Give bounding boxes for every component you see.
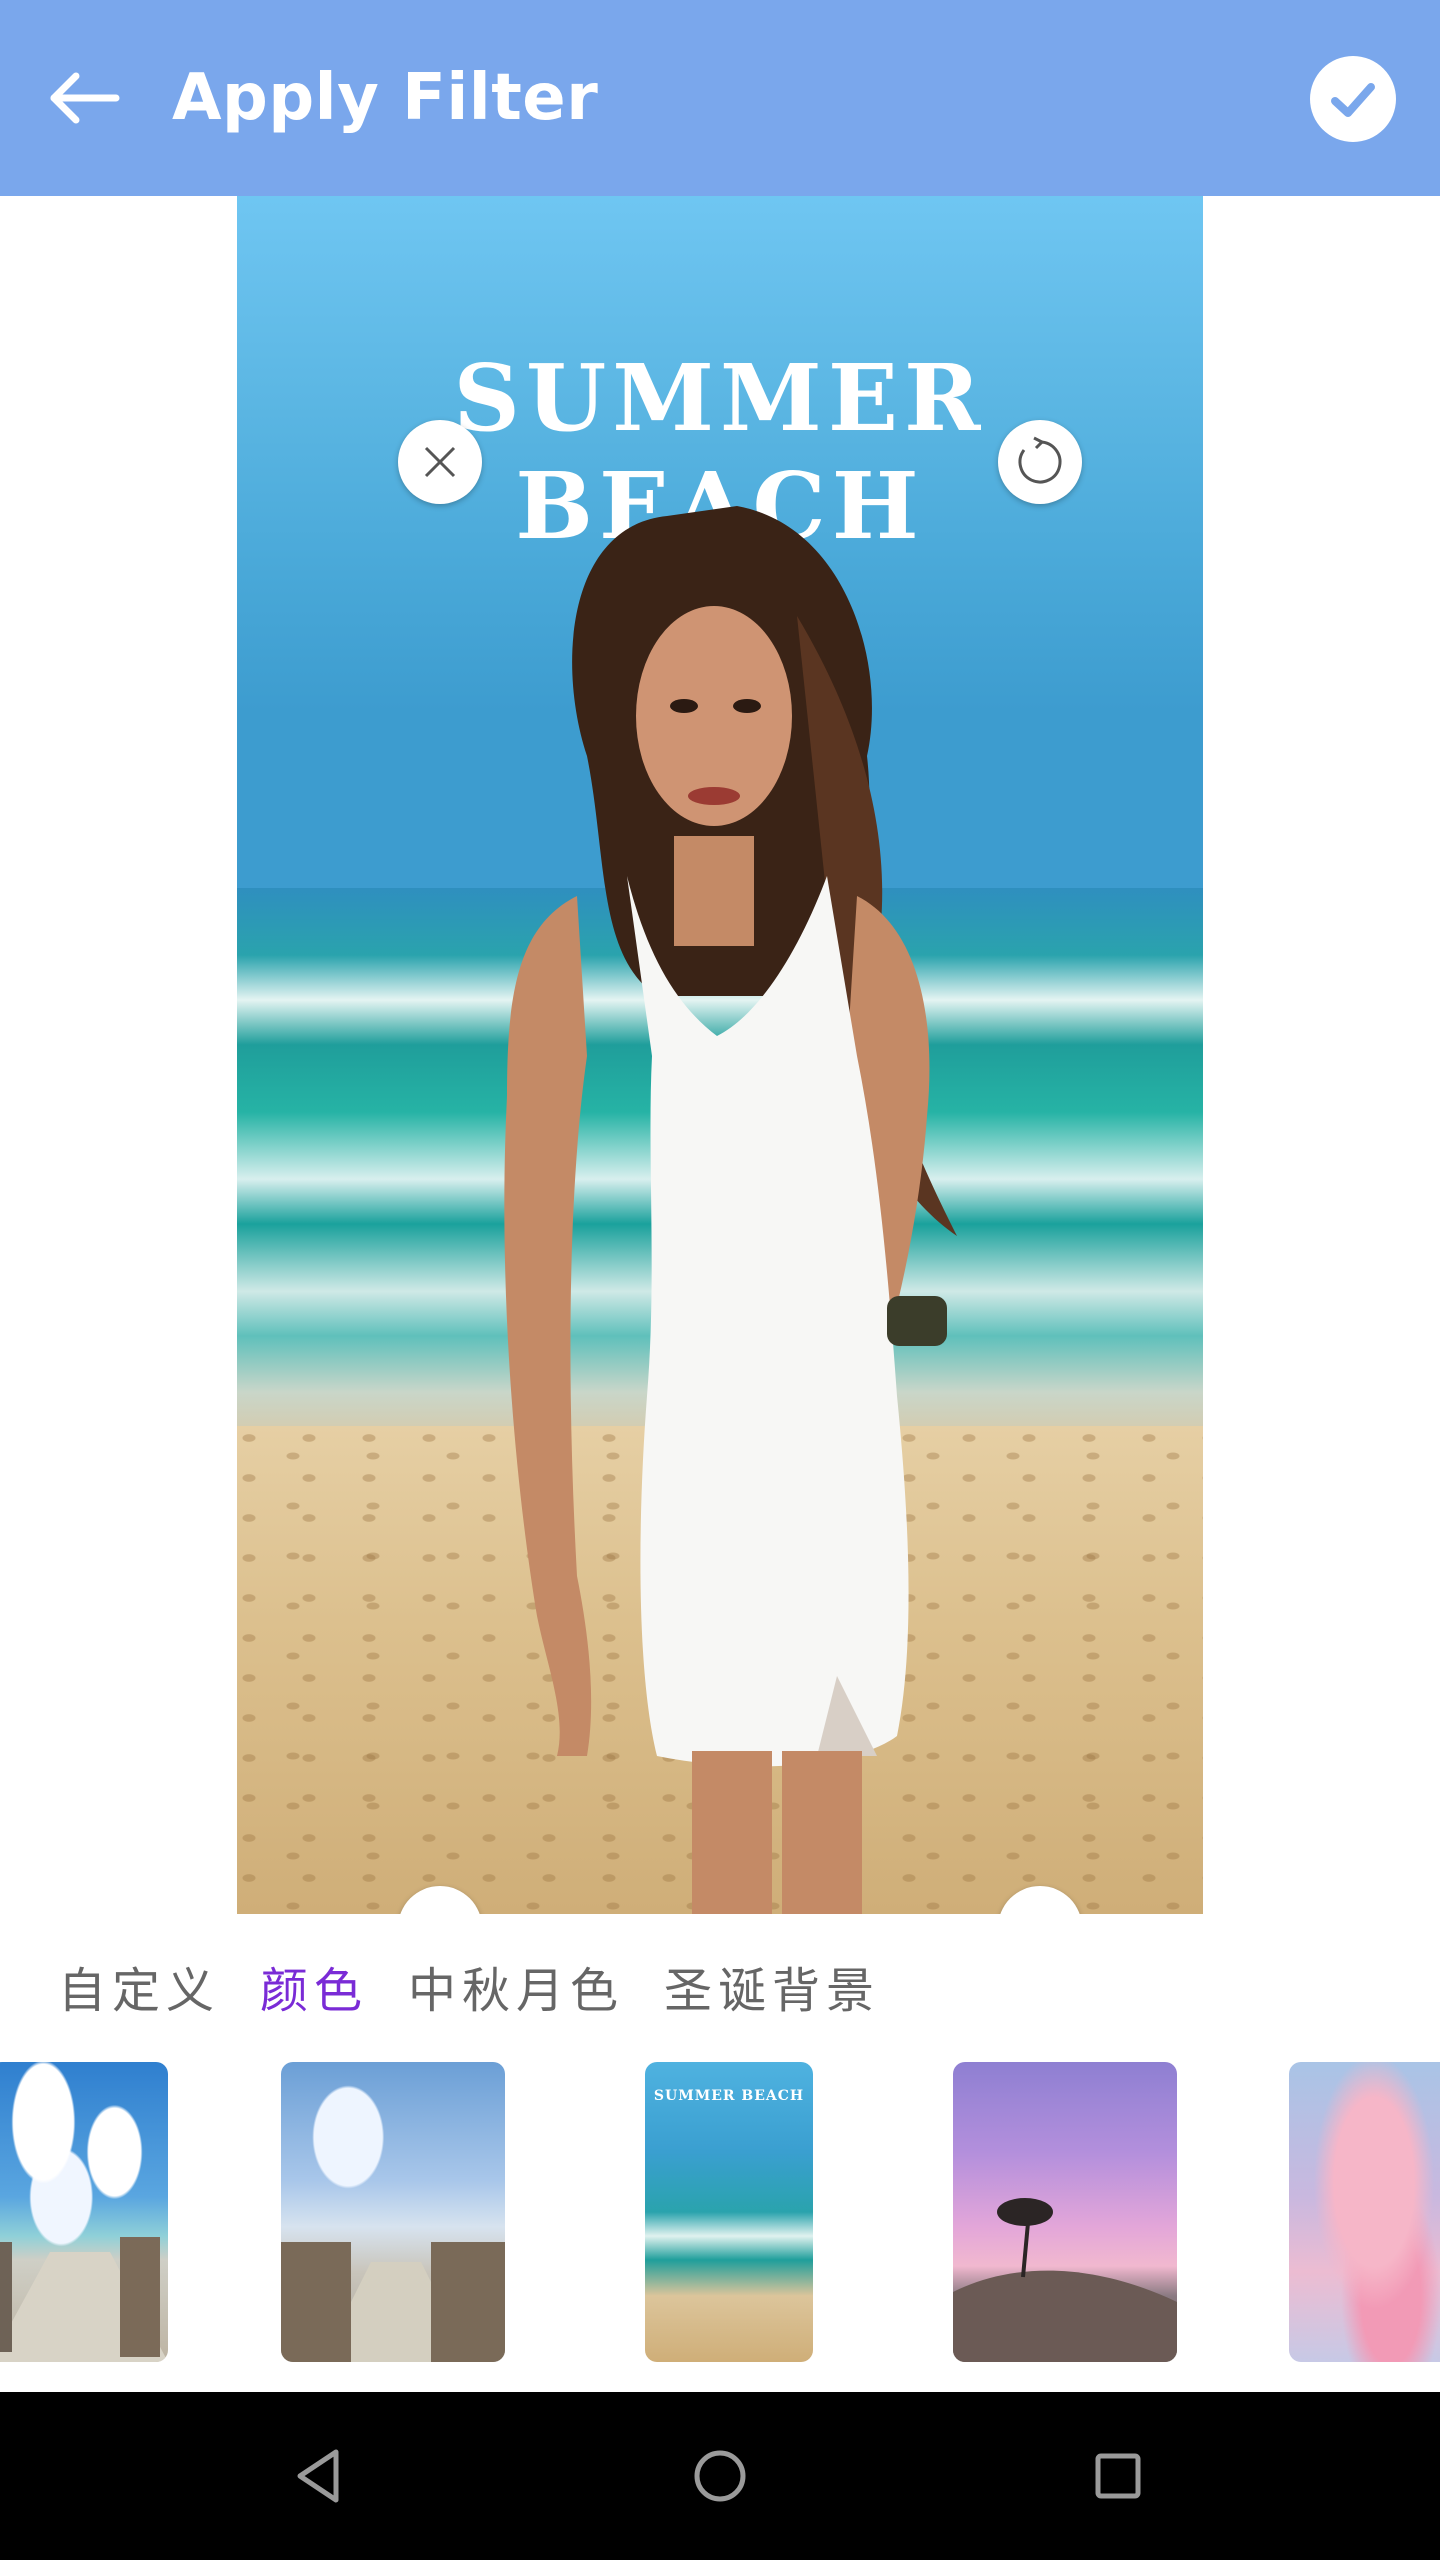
back-triangle-icon <box>297 2449 339 2503</box>
thumbnail-caption: SUMMER BEACH <box>653 2088 805 2104</box>
thumbnail-pink-clouds[interactable] <box>1289 2062 1440 2362</box>
page-title: Apply Filter <box>172 61 599 135</box>
remove-handle[interactable] <box>398 420 482 504</box>
rotate-handle[interactable] <box>998 420 1082 504</box>
thumbnail-sky-boardwalk[interactable] <box>0 2062 168 2362</box>
close-icon <box>424 446 456 478</box>
back-button[interactable] <box>36 50 132 146</box>
boardwalk-image <box>0 2237 168 2362</box>
thumbnail-purple-sunset-hill[interactable] <box>953 2062 1177 2362</box>
flip-icon <box>1018 1906 1062 1914</box>
nav-back-button[interactable] <box>270 2426 370 2526</box>
thumbnail-cloudy-boardwalk[interactable] <box>281 2062 505 2362</box>
background-thumbnails: SUMMER BEACH <box>0 2062 1440 2364</box>
category-tabs: 自定义 颜色 中秋月色 圣诞背景 <box>58 1946 880 2026</box>
tree-image <box>953 2198 1177 2362</box>
thumbnail-summer-beach[interactable]: SUMMER BEACH <box>645 2062 813 2362</box>
check-icon <box>1331 83 1375 117</box>
tab-christmas-background[interactable]: 圣诞背景 <box>664 1951 880 2021</box>
tab-custom[interactable]: 自定义 <box>58 1951 220 2021</box>
tab-color[interactable]: 颜色 <box>260 1951 368 2021</box>
resize-icon <box>418 1906 462 1914</box>
boardwalk-image <box>281 2242 505 2362</box>
home-circle-icon <box>694 2450 746 2502</box>
nav-recents-button[interactable] <box>1068 2426 1168 2526</box>
canvas-preview[interactable]: SUMMER BEACH <box>237 196 1203 1914</box>
system-nav-bar <box>0 2392 1440 2560</box>
apply-button[interactable] <box>1310 56 1396 142</box>
nav-home-button[interactable] <box>670 2426 770 2526</box>
recents-square-icon <box>1095 2453 1141 2499</box>
rotate-icon <box>1018 436 1062 484</box>
tab-mid-autumn-moonlight[interactable]: 中秋月色 <box>408 1951 624 2021</box>
app-bar: Apply Filter <box>0 0 1440 196</box>
arrow-left-icon <box>50 72 120 124</box>
